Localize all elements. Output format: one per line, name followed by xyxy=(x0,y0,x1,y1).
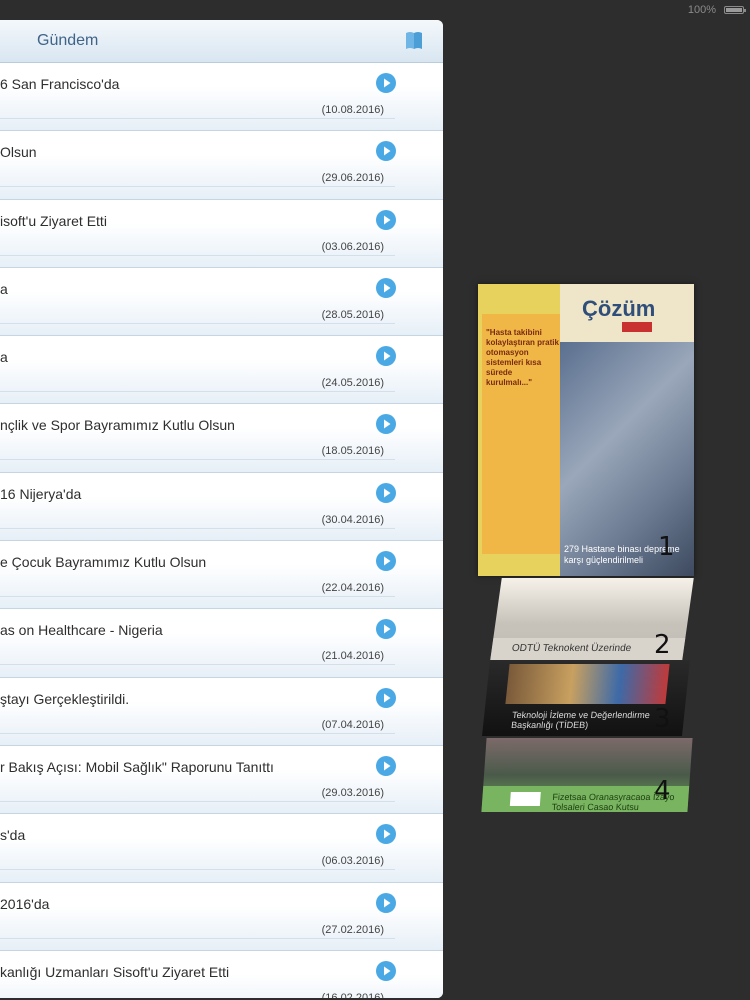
book-icon[interactable] xyxy=(405,31,423,50)
news-row[interactable]: a (28.05.2016) xyxy=(0,267,443,337)
cover-headline: "Hasta takibini kolaylaştıran pratik oto… xyxy=(486,328,559,387)
news-list[interactable]: 6 San Francisco'da (10.08.2016) Olsun (29.0… xyxy=(0,63,443,998)
page-title: Gündem xyxy=(37,32,99,49)
magazine-number-1: 1 xyxy=(658,532,675,562)
news-date: (16.02.2016) xyxy=(321,991,384,998)
magazine-number-3: 3 xyxy=(654,704,671,734)
news-title: isoft'u Ziyaret Etti xyxy=(0,212,107,229)
news-title: a xyxy=(0,280,8,297)
row-divider xyxy=(0,800,395,802)
news-row[interactable]: a (24.05.2016) xyxy=(0,336,443,405)
news-title: kanlığı Uzmanları Sisoft'u Ziyaret Etti xyxy=(0,963,230,980)
news-date: (07.04.2016) xyxy=(321,718,384,731)
play-icon[interactable] xyxy=(376,277,396,298)
barcode xyxy=(509,792,541,806)
news-date: (30.04.2016) xyxy=(321,513,384,526)
cover-badge xyxy=(622,322,652,332)
play-icon[interactable] xyxy=(376,482,396,503)
news-date: (18.05.2016) xyxy=(321,445,384,458)
news-title: a xyxy=(0,349,8,366)
news-date: (10.08.2016) xyxy=(321,104,384,116)
news-row[interactable]: r Bakış Açısı: Mobil Sağlık" Raporunu Ta… xyxy=(0,745,443,815)
news-title: r Bakış Açısı: Mobil Sağlık" Raporunu Ta… xyxy=(0,758,274,775)
play-icon[interactable] xyxy=(376,141,396,162)
news-row[interactable]: as on Healthcare - Nigeria (21.04.2016) xyxy=(0,609,443,678)
row-divider xyxy=(0,869,395,871)
news-title: nçlik ve Spor Bayramımız Kutlu Olsun xyxy=(0,417,235,434)
news-date: (27.02.2016) xyxy=(321,923,384,936)
row-divider xyxy=(0,527,395,529)
play-icon[interactable] xyxy=(376,551,396,572)
play-icon[interactable] xyxy=(376,209,396,230)
row-divider xyxy=(0,664,395,666)
news-panel: Gündem 6 San Francisco'da (10.08.2016) Ols… xyxy=(0,20,443,998)
play-icon[interactable] xyxy=(376,892,396,913)
news-title: ştayı Gerçekleştirildi. xyxy=(0,690,130,707)
news-row[interactable]: 6 San Francisco'da (10.08.2016) xyxy=(0,63,443,132)
row-divider xyxy=(0,254,395,256)
navigation-bar: Gündem xyxy=(0,20,443,63)
magazine-logo: Çözüm xyxy=(582,296,656,321)
play-icon[interactable] xyxy=(376,687,396,708)
news-row[interactable]: 2016'da (27.02.2016) xyxy=(0,882,443,951)
news-title: Olsun xyxy=(0,144,37,161)
news-date: (24.05.2016) xyxy=(321,377,384,390)
news-title: as on Healthcare - Nigeria xyxy=(0,622,163,639)
play-icon[interactable] xyxy=(376,960,396,981)
status-bar: 100% xyxy=(0,0,750,20)
play-icon[interactable] xyxy=(376,346,396,367)
news-title: 16 Nijerya'da xyxy=(0,485,82,502)
news-row[interactable]: 16 Nijerya'da (30.04.2016) xyxy=(0,472,443,542)
news-date: (06.03.2016) xyxy=(321,855,384,868)
magazine-number-2: 2 xyxy=(654,630,671,660)
battery-icon xyxy=(724,6,746,14)
news-row[interactable]: nçlik ve Spor Bayramımız Kutlu Olsun (18.… xyxy=(0,404,443,473)
play-icon[interactable] xyxy=(376,619,396,640)
news-title: e Çocuk Bayramımız Kutlu Olsun xyxy=(0,554,207,571)
magazine-number-4: 4 xyxy=(654,776,671,806)
row-divider xyxy=(0,322,395,324)
news-row[interactable]: kanlığı Uzmanları Sisoft'u Ziyaret Etti (… xyxy=(0,950,443,998)
news-row[interactable]: Olsun (29.06.2016) xyxy=(0,131,443,200)
play-icon[interactable] xyxy=(376,73,396,93)
news-row[interactable]: e Çocuk Bayramımız Kutlu Olsun (22.04.201… xyxy=(0,541,443,610)
battery-percentage: 100% xyxy=(687,4,716,16)
row-divider xyxy=(0,186,395,188)
cover-3-image xyxy=(505,664,670,704)
news-date: (28.05.2016) xyxy=(321,308,384,321)
row-divider xyxy=(0,459,395,461)
news-row[interactable]: s'da (06.03.2016) xyxy=(0,814,443,883)
news-title: s'da xyxy=(0,827,26,844)
play-icon[interactable] xyxy=(376,824,396,845)
news-title: 6 San Francisco'da xyxy=(0,76,120,92)
news-title: 2016'da xyxy=(0,895,50,912)
news-row[interactable]: isoft'u Ziyaret Etti (03.06.2016) xyxy=(0,199,443,268)
row-divider xyxy=(0,118,395,119)
row-divider xyxy=(0,596,395,598)
row-divider xyxy=(0,937,395,939)
play-icon[interactable] xyxy=(376,755,396,776)
news-date: (22.04.2016) xyxy=(321,582,384,595)
news-row[interactable]: ştayı Gerçekleştirildi. (07.04.2016) xyxy=(0,677,443,746)
news-date: (29.06.2016) xyxy=(321,172,384,185)
news-date: (21.04.2016) xyxy=(321,650,384,663)
play-icon[interactable] xyxy=(376,414,396,435)
news-date: (03.06.2016) xyxy=(321,240,384,253)
row-divider xyxy=(0,391,395,393)
row-divider xyxy=(0,732,395,734)
news-date: (29.03.2016) xyxy=(321,786,384,799)
